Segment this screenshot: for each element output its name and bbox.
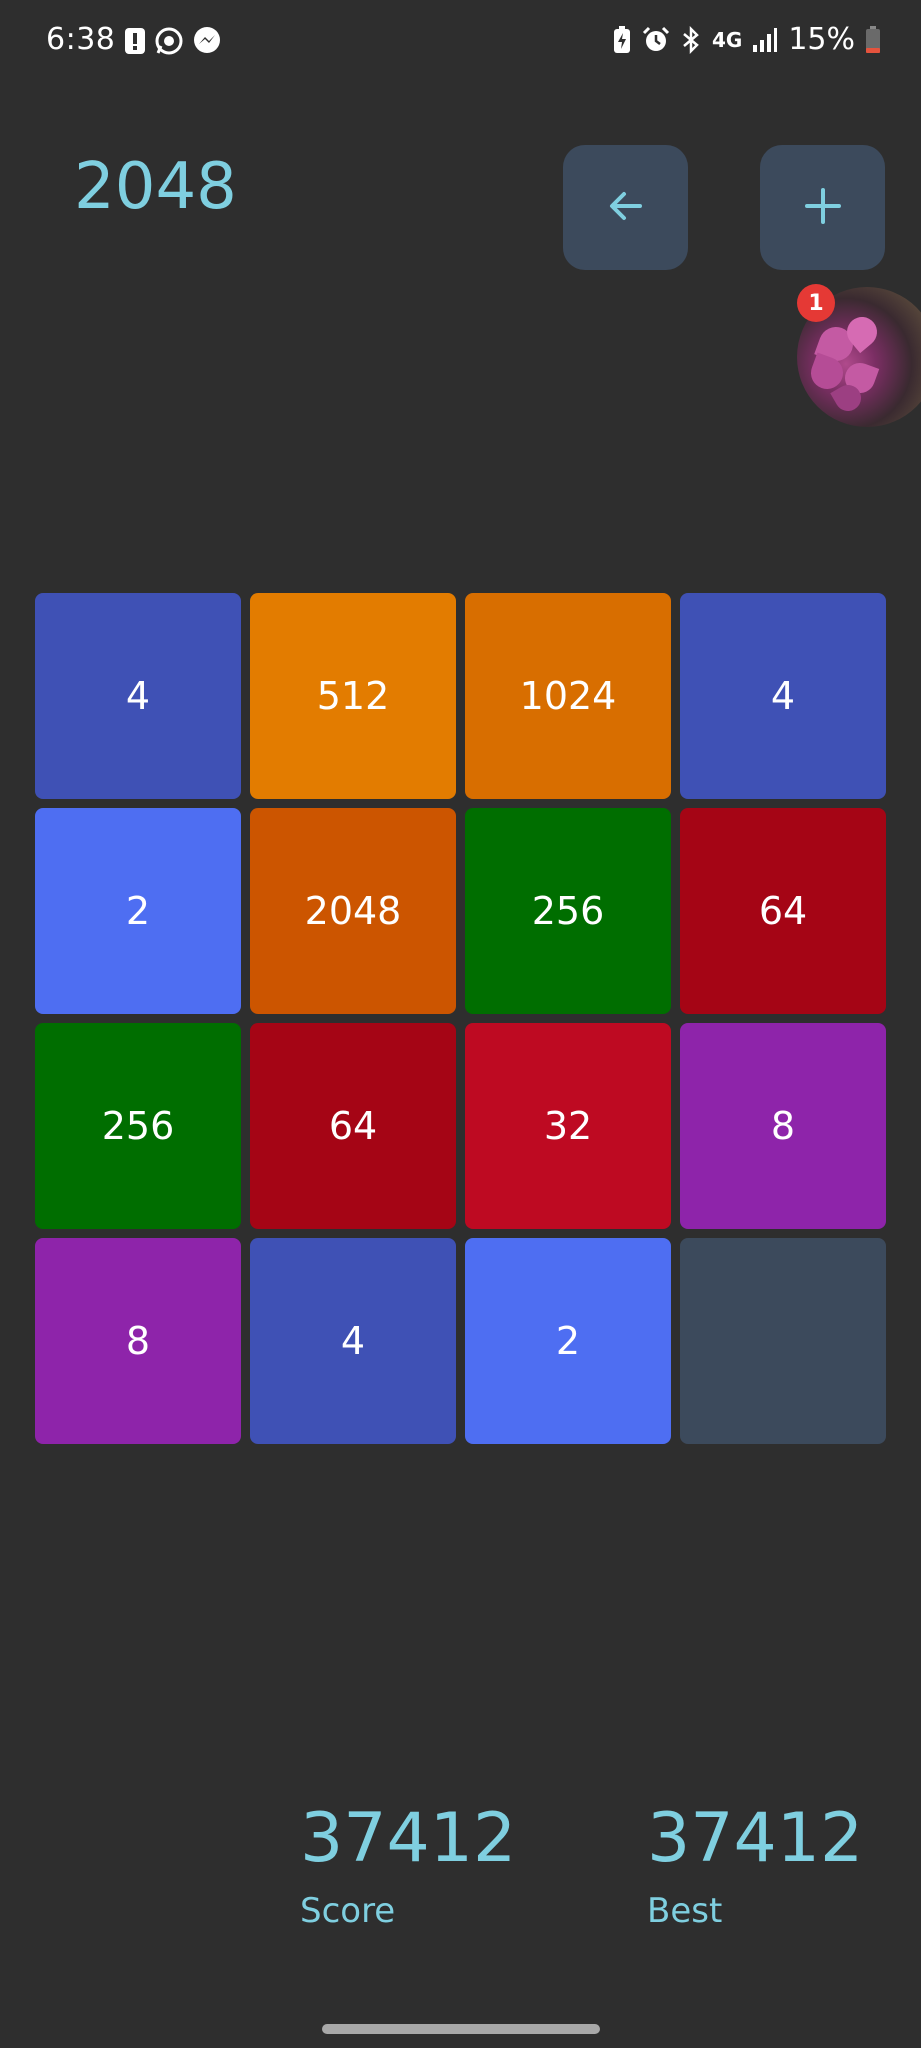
battery-icon [865, 25, 881, 54]
tile-256: 256 [465, 808, 671, 1014]
status-time: 6:38 [46, 22, 116, 57]
network-type: 4G [711, 27, 743, 52]
plus-icon [803, 186, 843, 230]
alarm-icon [642, 26, 670, 54]
score-panel: 37412 Score [300, 1799, 517, 1932]
tile-64: 64 [250, 1023, 456, 1229]
score-label: Score [300, 1891, 396, 1931]
new-game-button[interactable] [760, 145, 885, 270]
undo-button[interactable] [563, 145, 688, 270]
tile-64: 64 [680, 808, 886, 1014]
battery-saver-icon [612, 25, 632, 54]
tile-1024: 1024 [465, 593, 671, 799]
bluetooth-icon [680, 25, 702, 54]
signal-icon [752, 27, 778, 53]
tile-2: 2 [35, 808, 241, 1014]
gesture-nav-handle[interactable] [322, 2024, 600, 2034]
messenger-icon [192, 26, 222, 56]
tile-4: 4 [680, 593, 886, 799]
tile-2048: 2048 [250, 808, 456, 1014]
battery-percent: 15% [788, 22, 855, 57]
score-value: 37412 [300, 1799, 517, 1878]
app-title: 2048 [74, 150, 237, 224]
arrow-left-icon [604, 184, 648, 232]
notification-icons [124, 26, 222, 56]
best-panel: 37412 Best [647, 1799, 864, 1932]
tile-4: 4 [35, 593, 241, 799]
best-value: 37412 [647, 1799, 864, 1878]
tile-4: 4 [250, 1238, 456, 1444]
tile-32: 32 [465, 1023, 671, 1229]
tile-8: 8 [680, 1023, 886, 1229]
empty-cell [680, 1238, 886, 1444]
system-icons: 4G 15% [612, 22, 881, 57]
tile-2: 2 [465, 1238, 671, 1444]
alert-icon [124, 27, 146, 55]
tile-256: 256 [35, 1023, 241, 1229]
status-bar: 6:38 4G 15% [0, 0, 921, 86]
game-board[interactable]: 4 512 1024 4 2 2048 256 64 256 64 32 8 8 4 2 [35, 593, 886, 1444]
tile-8: 8 [35, 1238, 241, 1444]
whatsapp-icon [154, 26, 184, 56]
best-label: Best [647, 1891, 723, 1931]
tile-512: 512 [250, 593, 456, 799]
chat-head-badge: 1 [797, 284, 835, 322]
